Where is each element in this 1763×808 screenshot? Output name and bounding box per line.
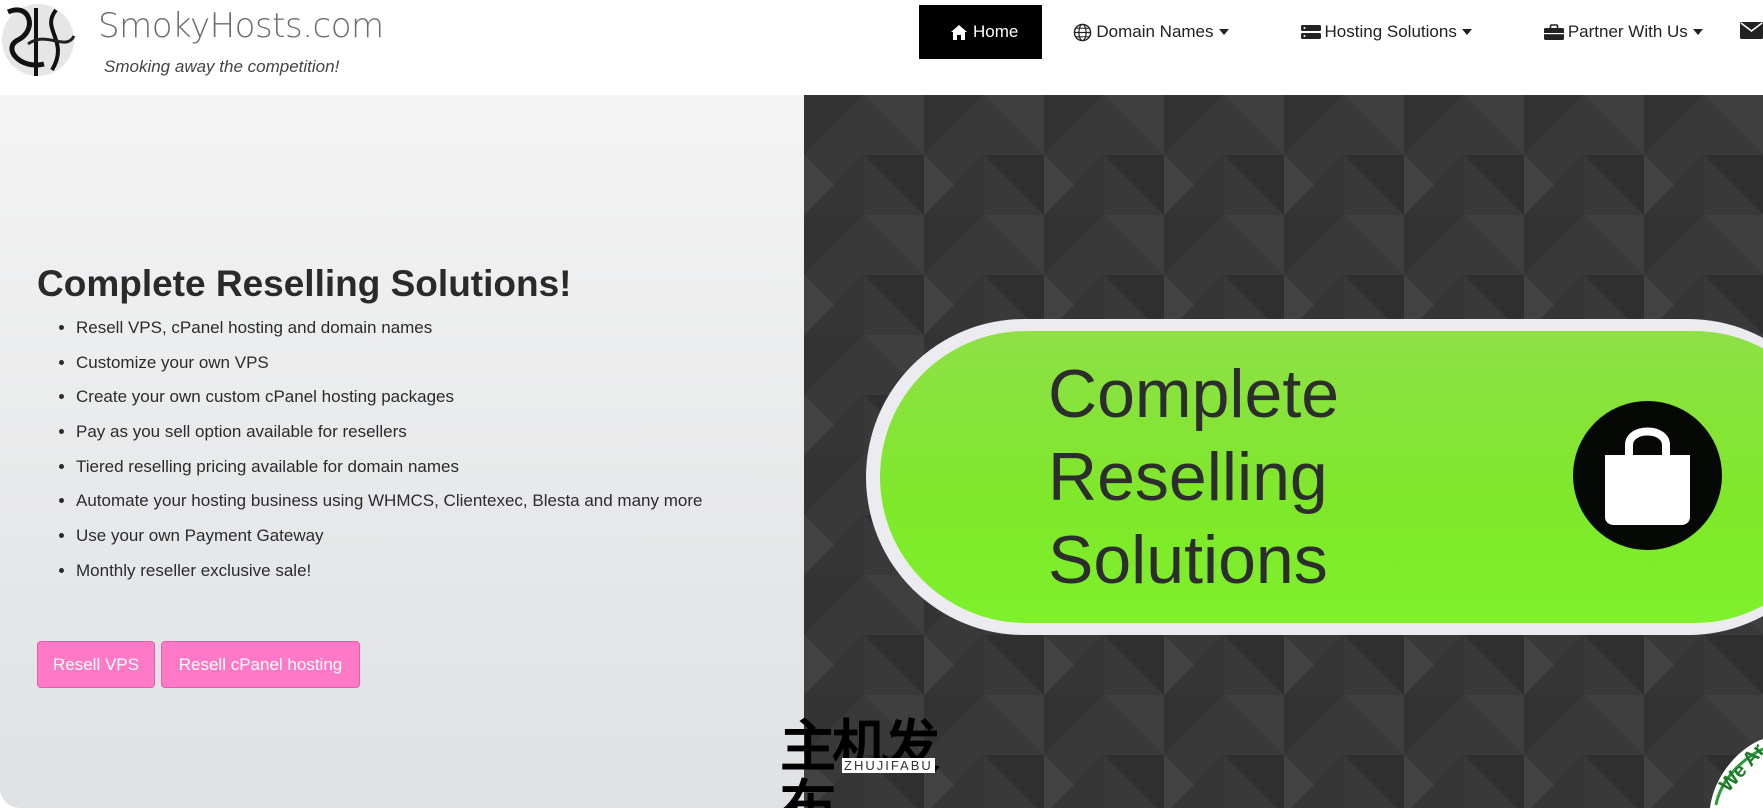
nav-item-partner-with-us[interactable]: Partner With Us bbox=[1528, 5, 1719, 59]
banner-text: Complete Reselling Solutions bbox=[1048, 353, 1339, 602]
list-item: Customize your own VPS bbox=[76, 352, 702, 387]
server-icon bbox=[1300, 22, 1321, 42]
main-nav: Home Domain Names Hosting Solutions Part… bbox=[919, 5, 1719, 59]
nav-item-domain-names[interactable]: Domain Names bbox=[1056, 5, 1244, 59]
home-icon bbox=[949, 22, 969, 42]
resell-vps-button[interactable]: Resell VPS bbox=[37, 641, 155, 688]
watermark-subtext: ZHUJIFABU bbox=[842, 758, 935, 773]
watermark-logo: 主机发布 ZHUJIFABU bbox=[780, 718, 980, 808]
banner-line: Reselling bbox=[1048, 439, 1328, 515]
envelope-icon[interactable] bbox=[1740, 22, 1763, 44]
nav-item-label: Partner With Us bbox=[1567, 22, 1688, 41]
nav-item-hosting-solutions[interactable]: Hosting Solutions bbox=[1285, 5, 1488, 59]
list-item: Use your own Payment Gateway bbox=[76, 525, 702, 560]
sh-monogram-logo[interactable] bbox=[0, 0, 82, 82]
globe-icon bbox=[1072, 22, 1092, 42]
nav-item-label: Domain Names bbox=[1096, 22, 1214, 41]
nav-item-home[interactable]: Home bbox=[919, 5, 1043, 59]
nav-item-label: Hosting Solutions bbox=[1324, 22, 1457, 41]
hero-banner-image: Complete Reselling Solutions bbox=[804, 95, 1763, 808]
banner-line: Solutions bbox=[1048, 522, 1328, 598]
hero-text-panel: Complete Reselling Solutions! Resell VPS… bbox=[0, 95, 804, 808]
banner-line: Complete bbox=[1048, 356, 1340, 432]
shopping-bag-icon bbox=[1573, 401, 1722, 550]
chevron-down-icon bbox=[1461, 29, 1472, 35]
feature-list: Resell VPS, cPanel hosting and domain na… bbox=[76, 317, 702, 595]
list-item: Automate your hosting business using WHM… bbox=[76, 490, 702, 525]
list-item: Pay as you sell option available for res… bbox=[76, 421, 702, 456]
list-item: Create your own custom cPanel hosting pa… bbox=[76, 386, 702, 421]
chevron-down-icon bbox=[1692, 29, 1703, 35]
list-item: Monthly reseller exclusive sale! bbox=[76, 560, 702, 595]
resell-cpanel-button[interactable]: Resell cPanel hosting bbox=[161, 641, 360, 688]
hero-title: Complete Reselling Solutions! bbox=[37, 263, 572, 304]
corner-badge[interactable]: We Ar bbox=[1700, 735, 1763, 808]
briefcase-icon bbox=[1543, 22, 1564, 42]
brand-name[interactable]: SmokyHosts.com bbox=[98, 6, 384, 46]
list-item: Resell VPS, cPanel hosting and domain na… bbox=[76, 317, 702, 352]
chevron-down-icon bbox=[1218, 29, 1229, 35]
site-header: SmokyHosts.com Smoking away the competit… bbox=[0, 0, 1763, 95]
brand-tagline: Smoking away the competition! bbox=[104, 57, 340, 76]
list-item: Tiered reselling pricing available for d… bbox=[76, 456, 702, 491]
nav-item-label: Home bbox=[973, 22, 1019, 41]
